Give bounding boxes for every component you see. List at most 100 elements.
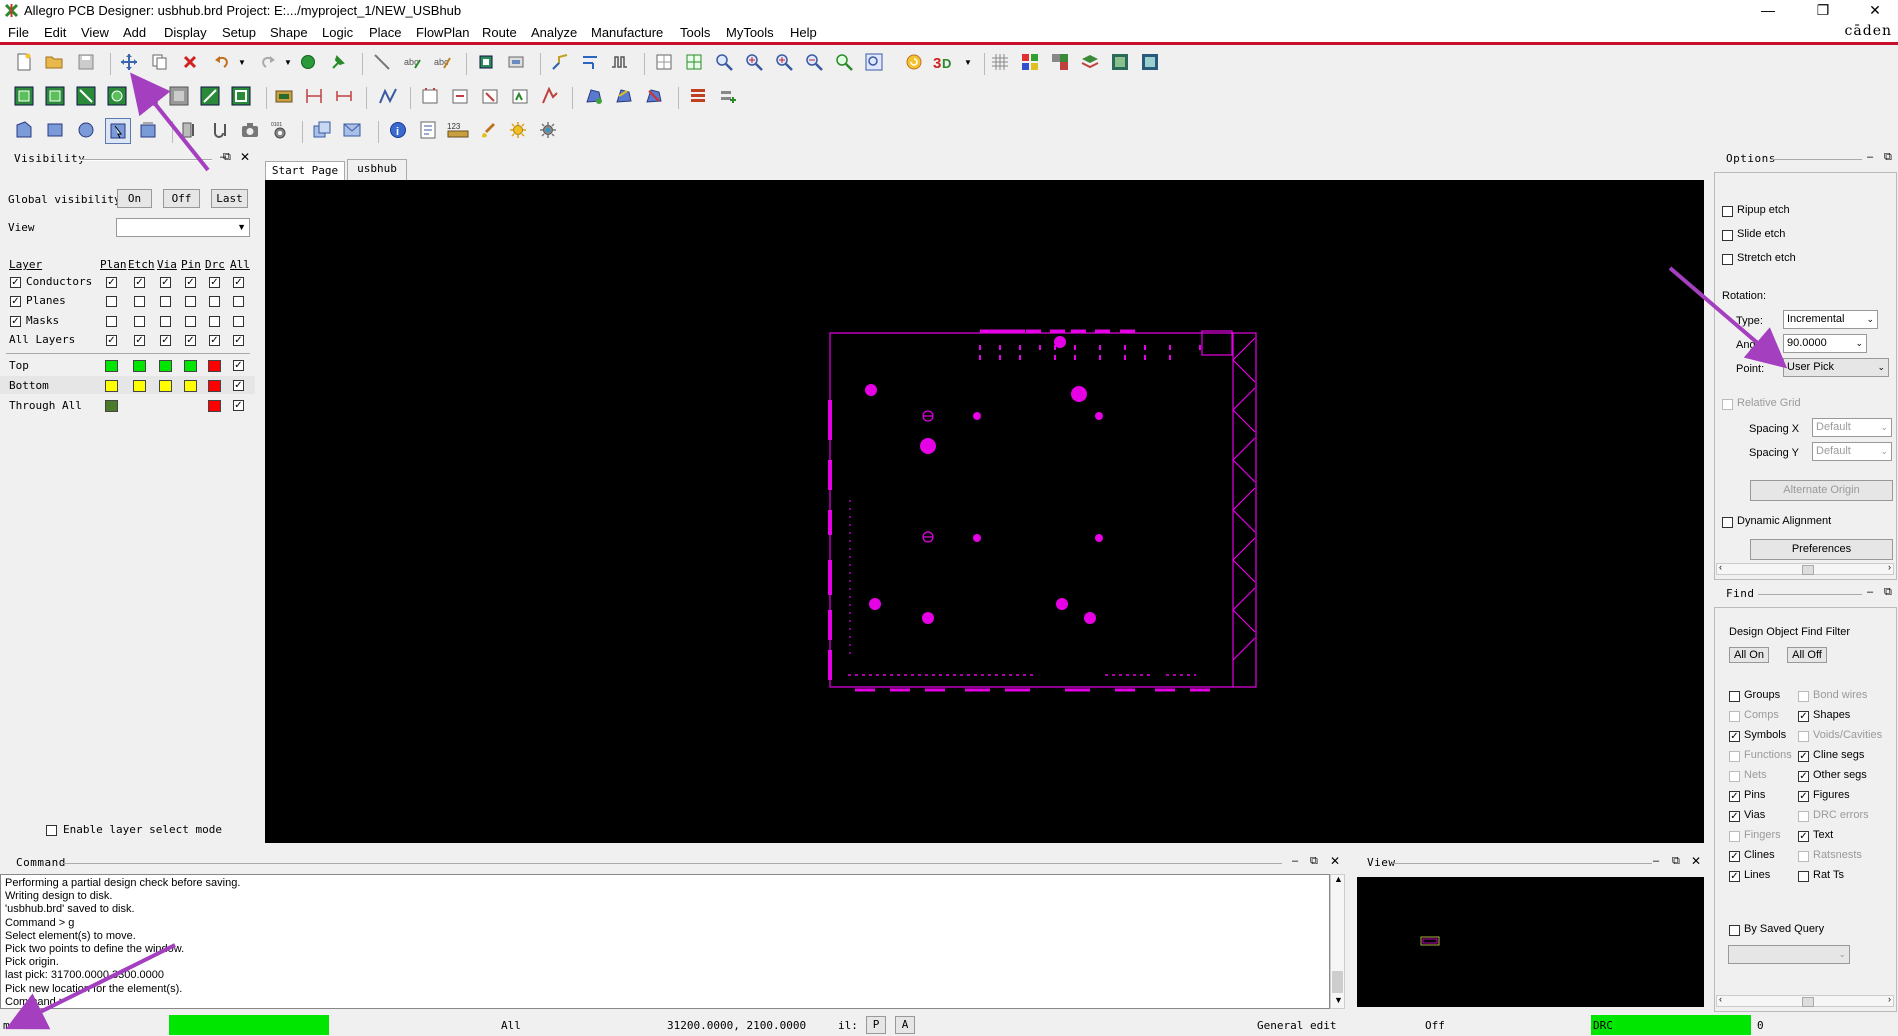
command-scrollbar[interactable]: ▲ ▼ (1330, 874, 1345, 1009)
zoom-fit-icon[interactable] (862, 50, 886, 74)
copy-layout-icon[interactable] (310, 118, 334, 142)
conductors-drc-checkbox[interactable]: ✓ (209, 277, 220, 288)
status-drc-indicator[interactable]: DRC (1591, 1015, 1751, 1035)
menu-logic[interactable]: Logic (322, 25, 353, 40)
options-float-icon[interactable]: ⧉ (1884, 151, 1892, 164)
find-drc-errors-checkbox[interactable] (1798, 811, 1809, 822)
circle-shape-icon[interactable] (74, 118, 98, 142)
spacing-x-select[interactable]: Default ⌄ (1812, 418, 1892, 437)
top-etch-swatch[interactable] (133, 360, 146, 372)
3d-view-icon[interactable]: 3D (932, 50, 956, 74)
zoom-window-icon[interactable] (712, 50, 736, 74)
layer-7-icon[interactable] (198, 84, 222, 108)
slide-icon[interactable] (578, 50, 602, 74)
view-select[interactable]: ▼ (116, 218, 250, 237)
restore-button[interactable]: ❐ (1800, 0, 1846, 22)
constraint-2-icon[interactable] (448, 84, 472, 108)
alternate-origin-button[interactable]: Alternate Origin (1750, 480, 1893, 501)
constraint-4-icon[interactable] (508, 84, 532, 108)
alllayers-etch-checkbox[interactable]: ✓ (134, 335, 145, 346)
find-symbols-checkbox[interactable]: ✓ (1729, 731, 1740, 742)
shape-2-icon[interactable] (612, 84, 636, 108)
find-float-icon[interactable]: ⧉ (1884, 586, 1892, 599)
menu-edit[interactable]: Edit (44, 25, 66, 40)
masks-pin-checkbox[interactable] (185, 316, 196, 327)
view-float-icon[interactable]: ⧉ (1672, 855, 1680, 868)
find-groups-checkbox[interactable] (1729, 691, 1740, 702)
conductors-etch-checkbox[interactable]: ✓ (134, 277, 145, 288)
swap-icon[interactable] (504, 50, 528, 74)
report-icon[interactable] (416, 118, 440, 142)
visibility-on-button[interactable]: On (117, 189, 152, 208)
grid-fit-icon[interactable] (682, 50, 706, 74)
constraint-1-icon[interactable] (418, 84, 442, 108)
through-all-drc-swatch[interactable] (208, 400, 221, 412)
shape-1-icon[interactable] (582, 84, 606, 108)
relative-grid-checkbox[interactable] (1722, 399, 1733, 410)
bottom-pin-swatch[interactable] (184, 380, 197, 392)
rect-shape-icon[interactable] (12, 118, 36, 142)
delay-tune-icon[interactable] (608, 50, 632, 74)
enable-layer-select-checkbox[interactable] (46, 825, 57, 836)
menu-mytools[interactable]: MyTools (726, 25, 774, 40)
measure-icon[interactable] (272, 84, 296, 108)
masks-plan-checkbox[interactable] (106, 316, 117, 327)
find-cline-segs-checkbox[interactable]: ✓ (1798, 751, 1809, 762)
dehighlight-icon[interactable] (536, 118, 560, 142)
through-all-plan-swatch[interactable] (105, 400, 118, 412)
place-manual-icon[interactable] (474, 50, 498, 74)
conductors-all-checkbox[interactable]: ✓ (233, 277, 244, 288)
masks-checkbox[interactable]: ✓ (10, 316, 21, 327)
menu-shape[interactable]: Shape (270, 25, 308, 40)
snapshot-icon[interactable] (238, 118, 262, 142)
alllayers-via-checkbox[interactable]: ✓ (160, 335, 171, 346)
command-output[interactable]: Performing a partial design check before… (0, 874, 1330, 1009)
add-connect-icon[interactable] (548, 50, 572, 74)
envelope-icon[interactable] (340, 118, 364, 142)
find-minimize-icon[interactable]: – (1867, 586, 1873, 598)
edit-text-icon[interactable]: abc (430, 50, 454, 74)
alllayers-plan-checkbox[interactable]: ✓ (106, 335, 117, 346)
constraint-3-icon[interactable] (478, 84, 502, 108)
zoom-out-icon[interactable] (802, 50, 826, 74)
conductors-plan-checkbox[interactable]: ✓ (106, 277, 117, 288)
new-icon[interactable] (12, 50, 36, 74)
planes-etch-checkbox[interactable] (134, 296, 145, 307)
move-icon[interactable] (117, 50, 141, 74)
stack-icon[interactable] (686, 84, 710, 108)
brush-icon[interactable] (476, 118, 500, 142)
select-shape-icon[interactable] (105, 118, 131, 144)
find-scrollbar[interactable]: ‹ › (1716, 994, 1894, 1007)
grid-toggle-icon[interactable] (988, 50, 1012, 74)
angle-input[interactable]: 90.0000 ⌄ (1783, 334, 1867, 353)
visibility-last-button[interactable]: Last (211, 189, 248, 208)
dynamic-alignment-checkbox[interactable] (1722, 517, 1733, 528)
color-icon[interactable] (1018, 50, 1042, 74)
find-clines-checkbox[interactable]: ✓ (1729, 851, 1740, 862)
alllayers-all-checkbox[interactable]: ✓ (233, 335, 244, 346)
copy-icon[interactable] (148, 50, 172, 74)
planes-pin-checkbox[interactable] (185, 296, 196, 307)
undo-dropdown-icon[interactable]: ▼ (230, 50, 254, 74)
open-folder-icon[interactable] (42, 50, 66, 74)
highlight-icon[interactable] (506, 118, 530, 142)
options-scrollbar[interactable]: ‹ › (1716, 562, 1894, 575)
bottom-via-swatch[interactable] (159, 380, 172, 392)
3d-dropdown-icon[interactable]: ▼ (956, 50, 980, 74)
menu-flowplan[interactable]: FlowPlan (416, 25, 469, 40)
shadow-mode-icon[interactable] (1048, 50, 1072, 74)
find-pins-checkbox[interactable]: ✓ (1729, 791, 1740, 802)
world-view[interactable] (1357, 877, 1704, 1007)
zoom-in-icon[interactable] (742, 50, 766, 74)
connect-line-icon[interactable] (376, 84, 400, 108)
visibility-off-button[interactable]: Off (163, 189, 200, 208)
status-a-button[interactable]: A (895, 1016, 915, 1034)
layer-top-icon[interactable] (12, 84, 36, 108)
planes-drc-checkbox[interactable] (209, 296, 220, 307)
command-close-icon[interactable]: ✕ (1330, 854, 1340, 868)
menu-file[interactable]: File (8, 25, 29, 40)
by-saved-query-checkbox[interactable] (1729, 925, 1740, 936)
find-nets-checkbox[interactable] (1729, 771, 1740, 782)
pin-icon[interactable] (326, 50, 350, 74)
find-comps-checkbox[interactable] (1729, 711, 1740, 722)
